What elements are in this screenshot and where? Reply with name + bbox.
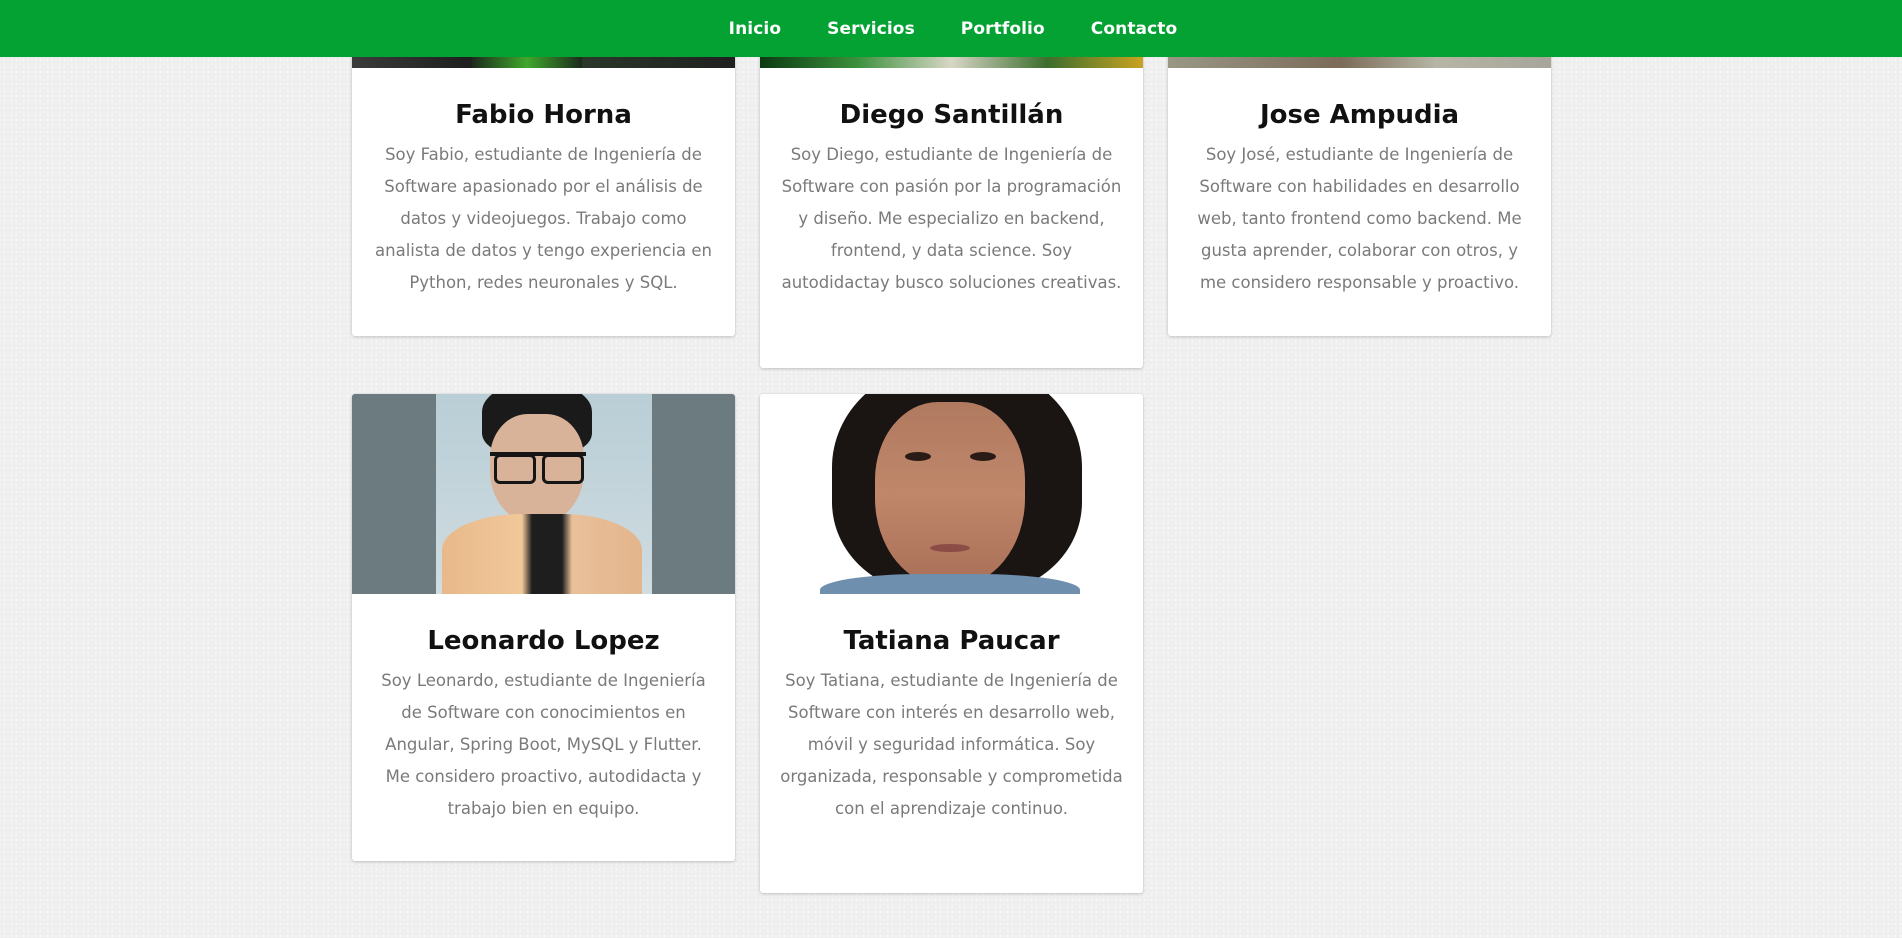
card-body: Diego Santillán Soy Diego, estudiante de… xyxy=(760,68,1143,299)
member-name: Tatiana Paucar xyxy=(843,626,1060,656)
card-body: Jose Ampudia Soy José, estudiante de Ing… xyxy=(1168,68,1551,299)
member-name: Jose Ampudia xyxy=(1259,100,1460,130)
card-body: Tatiana Paucar Soy Tatiana, estudiante d… xyxy=(760,594,1143,825)
profile-photo-leonardo xyxy=(352,394,735,594)
photo-detail xyxy=(970,452,996,461)
photo-detail xyxy=(1168,56,1551,68)
team-card-tatiana: Tatiana Paucar Soy Tatiana, estudiante d… xyxy=(760,394,1143,893)
photo-detail xyxy=(905,452,931,461)
member-description: Soy Diego, estudiante de Ingeniería de S… xyxy=(781,145,1122,292)
nav-item-inicio: Inicio xyxy=(706,19,804,39)
member-name: Diego Santillán xyxy=(839,100,1064,130)
nav-link-inicio[interactable]: Inicio xyxy=(706,19,804,39)
photo-detail xyxy=(930,544,970,552)
team-card-leonardo: Leonardo Lopez Soy Leonardo, estudiante … xyxy=(352,394,735,861)
photo-detail xyxy=(875,402,1025,587)
member-description: Soy Tatiana, estudiante de Ingeniería de… xyxy=(780,671,1123,818)
nav-item-servicios: Servicios xyxy=(804,19,938,39)
member-name: Leonardo Lopez xyxy=(427,626,660,656)
photo-detail xyxy=(490,452,586,484)
member-description: Soy José, estudiante de Ingeniería de So… xyxy=(1197,145,1522,292)
card-body: Fabio Horna Soy Fabio, estudiante de Ing… xyxy=(352,68,735,299)
top-navbar: Inicio Servicios Portfolio Contacto xyxy=(0,0,1902,57)
member-description: Soy Fabio, estudiante de Ingeniería de S… xyxy=(375,145,712,292)
profile-photo-tatiana xyxy=(760,394,1143,594)
member-description: Soy Leonardo, estudiante de Ingeniería d… xyxy=(381,671,706,818)
card-body: Leonardo Lopez Soy Leonardo, estudiante … xyxy=(352,594,735,825)
member-name: Fabio Horna xyxy=(455,100,632,130)
nav-item-portfolio: Portfolio xyxy=(938,19,1068,39)
nav-menu: Inicio Servicios Portfolio Contacto xyxy=(706,19,1201,39)
nav-link-contacto[interactable]: Contacto xyxy=(1068,19,1201,39)
photo-detail xyxy=(820,574,1080,594)
nav-link-portfolio[interactable]: Portfolio xyxy=(938,19,1068,39)
photo-detail xyxy=(442,514,642,594)
nav-item-contacto: Contacto xyxy=(1068,19,1201,39)
nav-link-servicios[interactable]: Servicios xyxy=(804,19,938,39)
